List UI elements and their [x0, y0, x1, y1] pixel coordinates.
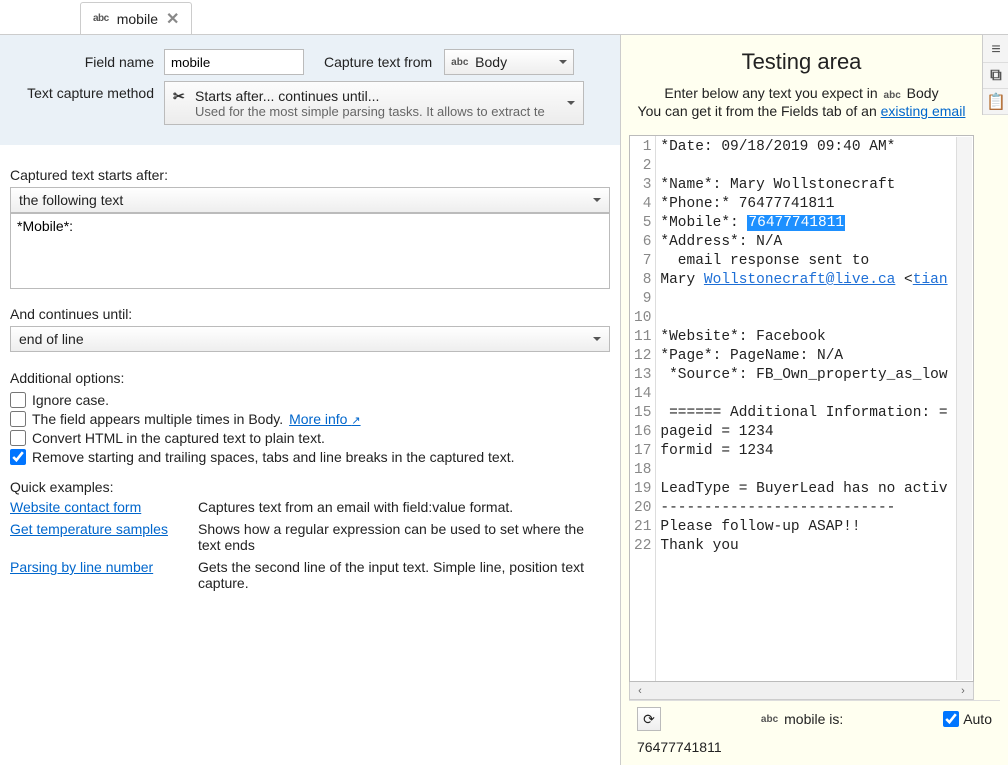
refresh-button[interactable]: ⟳ [637, 707, 661, 731]
trim-checkbox[interactable] [10, 449, 26, 465]
config-panel: Field name Capture text from abc Body Te… [0, 35, 620, 145]
existing-email-link[interactable]: existing email [881, 103, 966, 119]
right-toolbar: ≡ ⧉ 📋 [982, 35, 1008, 115]
continues-until-mode-value: end of line [19, 331, 84, 347]
examples-label: Quick examples: [10, 479, 610, 495]
starts-after-mode-value: the following text [19, 192, 123, 208]
abc-icon: abc [882, 90, 903, 101]
starts-after-label: Captured text starts after: [10, 167, 610, 183]
tab-title: mobile [117, 11, 158, 27]
continues-until-mode-select[interactable]: end of line [10, 326, 610, 352]
abc-icon: abc [451, 57, 468, 68]
method-subtitle: Used for the most simple parsing tasks. … [195, 104, 561, 119]
abc-icon: abc [761, 714, 778, 725]
refresh-icon: ⟳ [643, 711, 655, 728]
paste-icon[interactable]: 📋 [983, 89, 1008, 115]
starts-after-text-input[interactable]: *Mobile*: [10, 213, 610, 289]
example-desc: Gets the second line of the input text. … [198, 559, 610, 591]
tab-type-icon: abc [93, 13, 109, 24]
chevron-down-icon [593, 337, 601, 341]
field-name-label: Field name [14, 54, 164, 70]
example-link[interactable]: Parsing by line number [10, 559, 190, 591]
method-title: Starts after... continues until... [195, 88, 561, 104]
horizontal-scrollbar[interactable]: ‹ › [629, 682, 974, 700]
capture-from-value: Body [475, 54, 507, 70]
result-value: 76477741811 [629, 737, 1000, 765]
testing-title: Testing area [631, 49, 972, 75]
field-name-input[interactable] [164, 49, 304, 75]
result-label: mobile is: [784, 711, 843, 727]
tab-bar: abc mobile ✕ [0, 0, 1008, 34]
chevron-down-icon [559, 60, 567, 64]
trim-label: Remove starting and trailing spaces, tab… [32, 449, 515, 465]
capture-from-select[interactable]: abc Body [444, 49, 574, 75]
options-label: Additional options: [10, 370, 610, 386]
multiple-checkbox[interactable] [10, 411, 26, 427]
example-link[interactable]: Get temperature samples [10, 521, 190, 553]
scroll-right-icon[interactable]: › [955, 685, 971, 697]
external-link-icon: ↗ [351, 415, 360, 427]
scroll-left-icon[interactable]: ‹ [632, 685, 648, 697]
method-label: Text capture method [14, 81, 164, 101]
convert-html-checkbox[interactable] [10, 430, 26, 446]
chevron-down-icon [593, 198, 601, 202]
tab-mobile[interactable]: abc mobile ✕ [80, 2, 192, 34]
multiple-label: The field appears multiple times in Body… [32, 411, 283, 427]
ignore-case-label: Ignore case. [32, 392, 109, 408]
example-desc: Captures text from an email with field:v… [198, 499, 610, 515]
example-link[interactable]: Website contact form [10, 499, 190, 515]
menu-icon[interactable]: ≡ [983, 37, 1008, 63]
capture-method-select[interactable]: ✂ Starts after... continues until... Use… [164, 81, 584, 125]
capture-from-label: Capture text from [324, 54, 432, 70]
ignore-case-checkbox[interactable] [10, 392, 26, 408]
example-desc: Shows how a regular expression can be us… [198, 521, 610, 553]
starts-after-mode-select[interactable]: the following text [10, 187, 610, 213]
testing-hint-2: You can get it from the Fields tab of an… [631, 103, 972, 119]
auto-checkbox[interactable] [943, 711, 959, 727]
vertical-scrollbar[interactable] [956, 137, 972, 680]
chevron-down-icon [567, 101, 575, 105]
scissors-icon: ✂ [173, 88, 185, 105]
continues-until-label: And continues until: [10, 306, 610, 322]
testing-text-editor[interactable]: 12345678910111213141516171819202122 *Dat… [629, 135, 974, 682]
convert-html-label: Convert HTML in the captured text to pla… [32, 430, 325, 446]
close-icon[interactable]: ✕ [166, 9, 179, 29]
testing-hint-1: Enter below any text you expect in abc B… [631, 85, 972, 101]
copy-icon[interactable]: ⧉ [983, 63, 1008, 89]
more-info-link[interactable]: More info ↗ [289, 411, 360, 427]
line-gutter: 12345678910111213141516171819202122 [630, 136, 656, 681]
auto-label: Auto [963, 711, 992, 727]
code-body[interactable]: *Date: 09/18/2019 09:40 AM**Name*: Mary … [656, 136, 973, 681]
